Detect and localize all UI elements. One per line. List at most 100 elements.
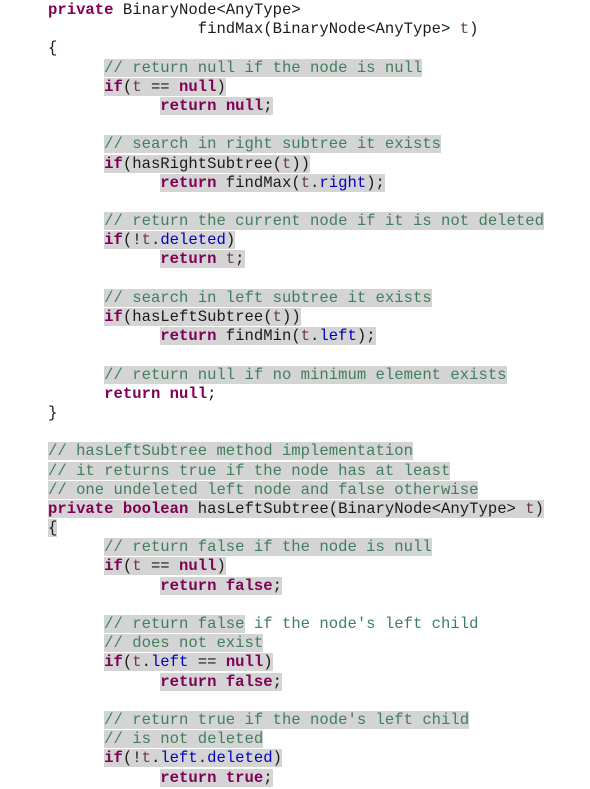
- code-text: ;: [272, 672, 282, 691]
- code-comment: if the node's left child: [244, 615, 479, 633]
- code-keyword: boolean: [122, 499, 189, 518]
- code-line: return false;: [48, 576, 544, 596]
- code-text: }: [48, 403, 58, 422]
- code-text: ;: [207, 384, 217, 403]
- code-line-content: if(t == null): [104, 557, 226, 576]
- code-line-content: private BinaryNode<AnyType>: [48, 1, 301, 19]
- code-variable: t: [281, 154, 292, 173]
- code-keyword: false: [225, 576, 273, 595]
- code-line: return true;: [48, 768, 544, 788]
- code-line: // search in right subtree it exists: [48, 135, 544, 154]
- code-comment: // return false if the node is null: [104, 538, 432, 557]
- code-comment: // return false: [104, 615, 245, 633]
- code-line: return null;: [48, 385, 544, 404]
- code-line-content: // does not exist: [104, 634, 264, 653]
- code-line: // it returns true if the node has at le…: [48, 461, 544, 481]
- code-line-content: // return the current node if it is not …: [104, 212, 544, 231]
- code-text: );: [356, 327, 376, 346]
- code-text: ): [216, 77, 226, 96]
- code-line: // return true if the node's left child: [48, 710, 544, 730]
- code-keyword: if: [104, 231, 123, 250]
- code-line: if(!t.left.deleted): [48, 749, 544, 768]
- code-keyword: null: [225, 96, 264, 115]
- code-text: (: [122, 557, 133, 576]
- code-line: // hasLeftSubtree method implementation: [48, 442, 544, 461]
- code-keyword: private: [48, 1, 114, 19]
- code-line: return findMin(t.left);: [48, 327, 544, 346]
- code-comment: // search in right subtree it exists: [104, 135, 442, 154]
- code-keyword: if: [104, 557, 123, 576]
- code-text: ): [469, 20, 479, 39]
- code-line: return false;: [48, 672, 544, 692]
- code-text: findMax(BinaryNode<AnyType>: [197, 20, 460, 39]
- code-keyword: null: [179, 557, 217, 576]
- code-line-content: {: [48, 519, 58, 538]
- code-line: return findMax(t.right);: [48, 173, 544, 193]
- code-comment: // return true if the node's left child: [104, 710, 470, 729]
- code-line-content: findMax(BinaryNode<AnyType> t): [198, 20, 479, 38]
- code-keyword: true: [225, 768, 264, 787]
- code-text: .: [310, 173, 320, 192]
- code-text: .: [150, 231, 161, 250]
- code-text: ): [263, 653, 273, 672]
- code-line: return null;: [48, 96, 544, 116]
- code-line-content: return true;: [160, 768, 273, 787]
- code-comment: // return the current node if it is not …: [104, 212, 544, 231]
- code-comment: // does not exist: [104, 634, 264, 653]
- code-field: deleted: [160, 231, 226, 250]
- code-line-content: // return null if no minimum element exi…: [104, 365, 507, 384]
- code-line: if(t.left == null): [48, 653, 544, 672]
- code-line-content: {: [48, 39, 57, 57]
- code-comment: // hasLeftSubtree method implementation: [48, 442, 413, 461]
- code-text: findMax(: [216, 173, 301, 192]
- code-keyword: return: [160, 672, 217, 691]
- code-line-content: // hasLeftSubtree method implementation: [48, 442, 413, 461]
- code-text: (!: [122, 749, 142, 768]
- code-text: {: [48, 39, 58, 58]
- code-line-content: // one undeleted left node and false oth…: [48, 480, 479, 499]
- code-text: ;: [263, 768, 273, 787]
- code-line-content: return t;: [160, 250, 245, 269]
- code-line: if(hasLeftSubtree(t)): [48, 308, 544, 327]
- code-line-content: // is not deleted: [104, 730, 264, 749]
- code-variable: t: [525, 499, 535, 518]
- code-keyword: null: [179, 77, 217, 96]
- code-field: left: [160, 749, 198, 768]
- code-text: findMin(: [216, 327, 301, 346]
- code-text: ==: [141, 557, 180, 576]
- code-keyword: if: [104, 653, 123, 672]
- code-keyword: if: [104, 308, 123, 326]
- code-text: {: [48, 519, 58, 538]
- code-variable: t: [272, 308, 282, 326]
- code-text: ;: [263, 96, 273, 115]
- code-variable: t: [141, 749, 151, 768]
- code-line-content: // return true if the node's left child: [104, 710, 470, 729]
- code-text: (hasRightSubtree(: [122, 154, 282, 173]
- code-comment: // return null if the node is null: [104, 58, 423, 77]
- code-line-content: return findMax(t.right);: [160, 173, 385, 192]
- code-comment: // is not deleted: [104, 730, 264, 749]
- code-line: if(t == null): [48, 77, 544, 97]
- code-line-content: return null;: [104, 385, 216, 403]
- code-keyword: return: [160, 250, 217, 269]
